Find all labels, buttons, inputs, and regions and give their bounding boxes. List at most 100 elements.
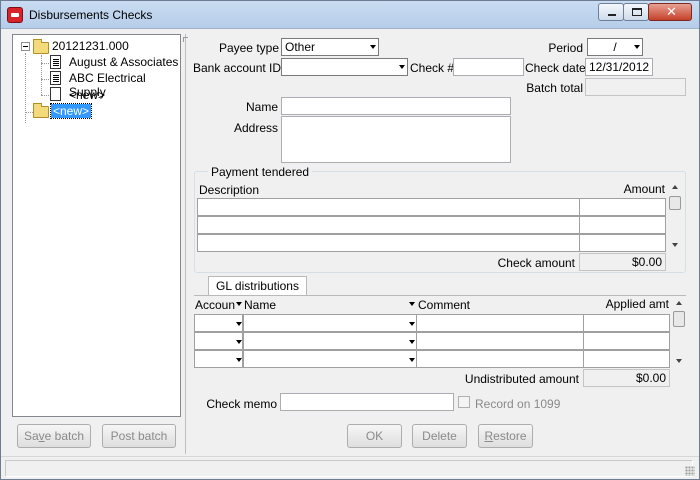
tree-line: [41, 55, 42, 95]
check-date-input[interactable]: 12/31/2012: [585, 58, 653, 76]
restore-button[interactable]: Restore: [478, 424, 533, 448]
batch-total-value: [585, 78, 686, 96]
restore-label-part: estore: [493, 429, 527, 443]
post-batch-button[interactable]: Post batch: [102, 424, 176, 448]
period-label: Period: [548, 41, 583, 55]
tree-batch-label[interactable]: 20121231.000: [52, 39, 129, 53]
check-number-label: Check #: [410, 61, 455, 75]
scroll-up-icon[interactable]: [672, 185, 678, 189]
payment-scrollbar[interactable]: [668, 181, 682, 251]
gl-comment-cell[interactable]: [416, 314, 584, 332]
check-amount-value: $0.00: [579, 253, 666, 271]
period-select[interactable]: /: [587, 38, 643, 56]
chevron-down-icon[interactable]: [409, 322, 415, 326]
chevron-down-icon[interactable]: [409, 302, 415, 306]
chevron-down-icon[interactable]: [236, 358, 242, 362]
scroll-thumb[interactable]: [669, 196, 681, 210]
folder-icon: [33, 103, 49, 118]
tab-divider: [194, 295, 686, 296]
tree-new-batch-item[interactable]: <new>: [49, 103, 93, 119]
scroll-up-icon[interactable]: [676, 301, 682, 305]
tree-new-check-item[interactable]: <new>: [69, 88, 105, 102]
minimize-button[interactable]: [598, 3, 624, 21]
pane-splitter[interactable]: [185, 34, 189, 454]
payment-description-cell[interactable]: [197, 198, 580, 216]
chevron-down-icon[interactable]: [236, 322, 242, 326]
payment-amount-cell[interactable]: [579, 216, 666, 234]
payment-description-cell[interactable]: [197, 234, 580, 252]
disbursements-window: Disbursements Checks ✕ 20121231.000 Augu…: [0, 0, 700, 480]
scroll-down-icon[interactable]: [672, 243, 678, 247]
close-icon: ✕: [666, 4, 677, 19]
scroll-thumb[interactable]: [673, 311, 685, 327]
status-panel: [5, 460, 693, 477]
document-icon: [50, 55, 61, 69]
undistributed-amount-label: Undistributed amount: [464, 372, 579, 386]
payment-amount-cell[interactable]: [579, 234, 666, 252]
chevron-down-icon[interactable]: [236, 302, 242, 306]
close-button[interactable]: ✕: [648, 3, 692, 21]
chevron-down-icon[interactable]: [409, 358, 415, 362]
status-bar: [1, 456, 699, 479]
gl-applied-cell[interactable]: [583, 314, 670, 332]
save-batch-label-part: e batch: [44, 429, 85, 443]
gl-comment-cell[interactable]: [416, 350, 584, 368]
minimize-icon: [608, 14, 616, 16]
batch-total-label: Batch total: [526, 81, 583, 95]
ok-button[interactable]: OK: [347, 424, 402, 448]
address-input[interactable]: [281, 116, 511, 163]
chevron-down-icon[interactable]: [236, 340, 242, 344]
scroll-down-icon[interactable]: [676, 359, 682, 363]
record-1099-checkbox[interactable]: [458, 396, 470, 408]
tree-line: [41, 63, 49, 64]
resize-grip-icon[interactable]: [685, 466, 695, 476]
description-column-header[interactable]: Description: [199, 183, 259, 197]
tab-gl-distributions[interactable]: GL distributions: [208, 276, 307, 296]
bank-account-label: Bank account ID: [193, 61, 282, 75]
name-input[interactable]: [281, 97, 511, 115]
name-label: Name: [245, 100, 278, 114]
save-batch-label-part: Sa: [23, 429, 39, 443]
tree-line: [41, 95, 49, 96]
chevron-down-icon: [634, 45, 640, 49]
gl-scrollbar[interactable]: [672, 297, 686, 367]
bank-account-select[interactable]: [281, 58, 408, 76]
check-date-label: Check date: [525, 61, 586, 75]
payment-amount-cell[interactable]: [579, 198, 666, 216]
gl-applied-cell[interactable]: [583, 332, 670, 350]
maximize-button[interactable]: [623, 3, 649, 21]
maximize-icon: [632, 8, 642, 16]
check-memo-input[interactable]: [280, 393, 454, 411]
gl-applied-cell[interactable]: [583, 350, 670, 368]
applied-amount-column-header[interactable]: Applied amt: [585, 297, 669, 311]
title-bar[interactable]: Disbursements Checks ✕: [1, 1, 699, 29]
gl-comment-cell[interactable]: [416, 332, 584, 350]
tree-line: [41, 79, 49, 80]
document-icon: [50, 71, 61, 85]
name-column-header[interactable]: Name: [244, 298, 276, 312]
restore-hotkey: R: [484, 429, 494, 443]
gl-name-cell[interactable]: [243, 314, 417, 332]
gl-name-cell[interactable]: [243, 332, 417, 350]
comment-column-header[interactable]: Comment: [418, 298, 470, 312]
save-batch-button[interactable]: Save batch: [17, 424, 91, 448]
check-memo-label: Check memo: [206, 397, 277, 411]
period-value: /: [613, 40, 617, 54]
amount-column-header[interactable]: Amount: [601, 182, 665, 196]
window-title: Disbursements Checks: [29, 8, 153, 22]
payee-type-select[interactable]: Other: [281, 38, 379, 56]
payment-description-cell[interactable]: [197, 216, 580, 234]
tree-check-item[interactable]: August & Associates: [69, 55, 178, 69]
collapse-toggle[interactable]: [21, 42, 30, 51]
record-1099-label: Record on 1099: [475, 397, 561, 411]
payee-type-value: Other: [285, 40, 316, 54]
chevron-down-icon: [370, 45, 376, 49]
check-number-input[interactable]: [453, 58, 524, 76]
chevron-down-icon[interactable]: [409, 340, 415, 344]
batch-tree[interactable]: 20121231.000 August & Associates ABC Ele…: [12, 34, 181, 417]
blank-document-icon: [50, 87, 61, 101]
delete-button[interactable]: Delete: [412, 424, 467, 448]
gl-name-cell[interactable]: [243, 350, 417, 368]
account-column-header[interactable]: Accoun: [195, 298, 235, 312]
app-icon: [7, 7, 23, 23]
